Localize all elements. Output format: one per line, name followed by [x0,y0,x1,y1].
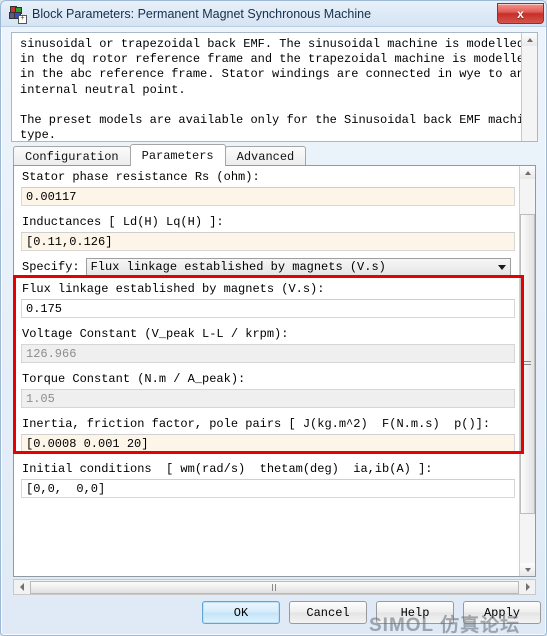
flux-linkage-input[interactable]: 0.175 [21,299,515,318]
dialog-button-bar: OK Cancel Help Apply [1,601,546,631]
torque-constant-input: 1.05 [21,389,515,408]
parameters-scrollbar[interactable] [519,166,535,576]
voltage-constant-label: Voltage Constant (V_peak L-L / krpm): [22,327,289,341]
flux-linkage-label: Flux linkage established by magnets (V.s… [22,282,325,296]
cancel-button[interactable]: Cancel [289,601,367,624]
description-pane: sinusoidal or trapezoidal back EMF. The … [11,32,538,142]
block-parameters-dialog: + Block Parameters: Permanent Magnet Syn… [0,0,547,636]
specify-row: Specify: Flux linkage established by mag… [14,256,521,278]
scroll-left-icon[interactable] [14,580,29,594]
torque-constant-label: Torque Constant (N.m / A_peak): [22,372,246,386]
apply-button-label: Apply [483,605,520,620]
specify-dropdown[interactable]: Flux linkage established by magnets (V.s… [85,257,511,277]
ok-button[interactable]: OK [202,601,280,624]
inertia-input[interactable]: [0.0008 0.001 20] [21,434,515,453]
dialog-window-root: + Block Parameters: Permanent Magnet Syn… [0,0,547,636]
description-text: sinusoidal or trapezoidal back EMF. The … [20,37,538,142]
chevron-down-icon [497,265,506,270]
close-button[interactable]: x [497,3,544,24]
apply-button[interactable]: Apply [463,601,541,624]
panel-scroll-thumb[interactable] [520,214,535,514]
block-icon: + [9,5,27,24]
voltage-constant-input: 126.966 [21,344,515,363]
horizontal-scrollbar[interactable] [13,579,536,595]
scroll-up-icon[interactable] [522,33,537,46]
window-title: Block Parameters: Permanent Magnet Synch… [32,6,372,21]
title-bar: + Block Parameters: Permanent Magnet Syn… [1,1,546,27]
horizontal-scroll-thumb[interactable] [30,580,519,594]
help-button[interactable]: Help [376,601,454,624]
help-button-label: Help [400,605,430,620]
tab-advanced[interactable]: Advanced [224,146,307,166]
initial-conditions-label: Initial conditions [ wm(rad/s) thetam(de… [22,462,433,476]
tab-configuration[interactable]: Configuration [13,146,131,166]
scroll-right-icon[interactable] [520,580,535,594]
stator-resistance-input[interactable]: 0.00117 [21,187,515,206]
inductances-input[interactable]: [0.11,0.126] [21,232,515,251]
inductances-label: Inductances [ Ld(H) Lq(H) ]: [22,215,224,229]
cancel-button-label: Cancel [306,605,350,620]
initial-conditions-input[interactable]: [0,0, 0,0] [21,479,515,498]
description-scrollbar[interactable] [521,33,537,141]
tab-parameters[interactable]: Parameters [129,144,226,166]
specify-dropdown-value: Flux linkage established by magnets (V.s… [90,260,386,274]
parameters-panel: Stator phase resistance Rs (ohm): 0.0011… [13,165,536,577]
tab-bar: Configuration Parameters Advanced [13,144,536,166]
specify-label: Specify: [22,260,80,274]
parameter-rows: Stator phase resistance Rs (ohm): 0.0011… [14,166,521,576]
close-icon: x [517,6,524,21]
panel-scroll-down-icon[interactable] [520,563,535,576]
stator-resistance-label: Stator phase resistance Rs (ohm): [22,170,260,184]
panel-scroll-up-icon[interactable] [520,166,535,179]
inertia-label: Inertia, friction factor, pole pairs [ J… [22,417,491,431]
ok-button-label: OK [233,605,249,620]
